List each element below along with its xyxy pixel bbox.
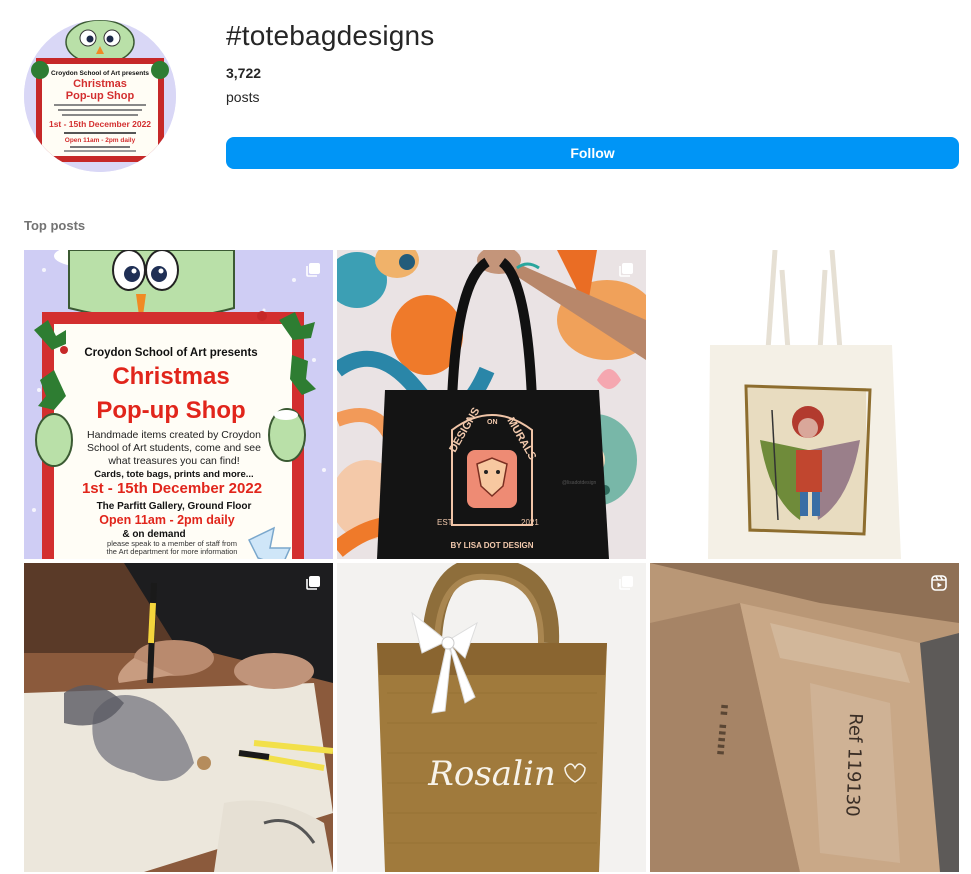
tote-brand-on: ON (487, 419, 498, 426)
hashtag-title: #totebagdesigns (226, 20, 435, 51)
carousel-icon (619, 576, 633, 590)
jute-name: Rosalin (427, 754, 555, 794)
post-tile-christmas-poster[interactable]: Croydon School of Art presents Christmas… (24, 250, 333, 559)
post-count: 3,722 (226, 65, 262, 81)
poster-blurb-line2: School of Art students, come and see (87, 442, 261, 454)
post-tile-painted-tote[interactable] (650, 250, 959, 559)
post-image-christmas-poster: Croydon School of Art presents Christmas… (24, 250, 333, 559)
tote-year: 2021 (521, 518, 539, 527)
post-tile-drawing-tote[interactable] (24, 563, 333, 872)
poster-title-line1: Christmas (112, 363, 229, 390)
post-tile-murals-tote[interactable]: DESIGNS ON MURALS EST. 2021 BY LISA DOT … (337, 250, 646, 559)
follow-button[interactable]: Follow (226, 137, 959, 169)
post-count-label: posts (226, 89, 260, 105)
avatar-presenter-text: Croydon School of Art presents (51, 70, 149, 77)
tote-handle: @lisadotdesign (562, 480, 596, 486)
avatar-hours: Open 11am - 2pm daily (65, 137, 136, 144)
reel-icon (931, 575, 947, 591)
post-image-jute-tote: Rosalin (337, 563, 646, 872)
hashtag-avatar: Croydon School of Art presents Christmas… (24, 20, 176, 172)
poster-blurb-line1: Handmade items created by Croydon (87, 429, 261, 441)
post-image-painted-tote (650, 250, 959, 559)
poster-blurb-line3: what treasures you can find! (107, 455, 239, 467)
poster-note-line2: the Art department for more information (107, 547, 238, 556)
post-tile-cardboard-box[interactable]: Ref 119130 ▮▮ ▮▮▮▮▮ (650, 563, 959, 872)
avatar-dates: 1st - 15th December 2022 (49, 119, 151, 129)
carousel-icon (306, 263, 320, 277)
avatar-title-line2: Pop-up Shop (66, 90, 135, 102)
avatar-title-line1: Christmas (73, 78, 127, 90)
post-tile-jute-tote[interactable]: Rosalin (337, 563, 646, 872)
post-image-cardboard-box: Ref 119130 ▮▮ ▮▮▮▮▮ (650, 563, 959, 872)
poster-presenter: Croydon School of Art presents (84, 347, 257, 359)
carousel-icon (619, 263, 633, 277)
top-posts-heading: Top posts (24, 218, 86, 233)
poster-venue: The Parfitt Gallery, Ground Floor (97, 501, 252, 512)
post-image-drawing-tote (24, 563, 333, 872)
poster-items: Cards, tote bags, prints and more... (94, 469, 253, 480)
box-handwriting: Ref 119130 (841, 713, 866, 817)
post-image-murals-tote: DESIGNS ON MURALS EST. 2021 BY LISA DOT … (337, 250, 646, 559)
poster-hours: Open 11am - 2pm daily (99, 513, 235, 527)
poster-dates: 1st - 15th December 2022 (82, 480, 262, 497)
poster-title-line2: Pop-up Shop (96, 397, 245, 424)
tote-est: EST. (437, 518, 454, 527)
tote-byline: BY LISA DOT DESIGN (450, 541, 533, 550)
carousel-icon (306, 576, 320, 590)
